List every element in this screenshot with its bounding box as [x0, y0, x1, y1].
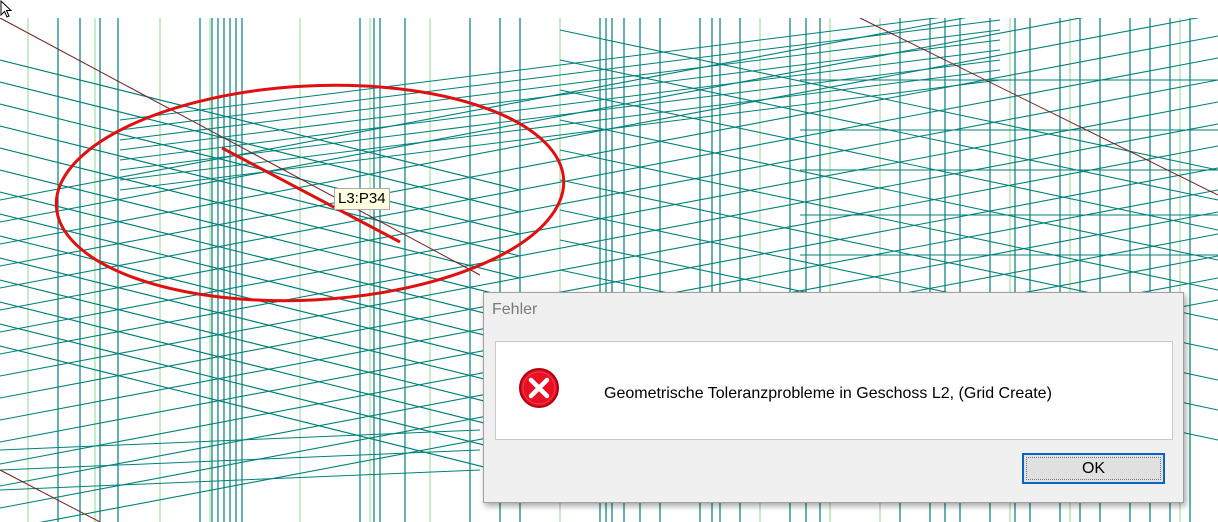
element-tag-tooltip: L3:P34: [334, 188, 390, 210]
beam-line: [0, 169, 521, 301]
beam-line: [0, 301, 521, 433]
error-message: Geometrische Toleranzprobleme in Geschos…: [604, 385, 1052, 402]
box-edge: [0, 429, 481, 451]
box-edge: [0, 469, 481, 491]
beam-line: [0, 81, 521, 213]
beam-line: [0, 191, 521, 323]
error-dialog: Fehler Geometrische Toleranzprobleme in …: [483, 292, 1184, 503]
viewport-top-margin: [0, 0, 1218, 18]
box-edge: [0, 449, 481, 471]
axis-line: [859, 17, 1218, 196]
beam-line: [559, 119, 1218, 261]
axis-line: [0, 469, 101, 522]
mouse-cursor-icon: [0, 0, 13, 18]
error-icon: [519, 368, 559, 408]
ok-button[interactable]: OK: [1022, 453, 1165, 484]
beam-line: [559, 29, 1218, 171]
beam-line: [0, 79, 1218, 311]
beam-line: [0, 323, 521, 455]
beam-line: [0, 125, 521, 257]
beam-line: [0, 0, 1179, 223]
beam-line: [0, 57, 1218, 289]
axis-line: [0, 17, 481, 276]
beam-line: [559, 149, 1218, 291]
dialog-body: Geometrische Toleranzprobleme in Geschos…: [495, 341, 1173, 440]
beam-line: [0, 345, 521, 477]
dialog-title: Fehler: [492, 301, 538, 318]
